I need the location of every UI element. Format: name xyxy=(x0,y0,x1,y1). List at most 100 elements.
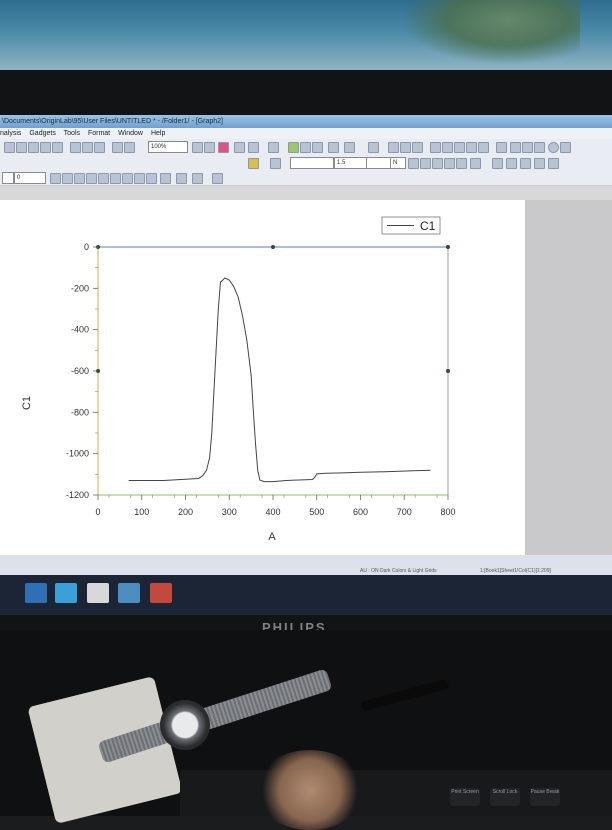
add-layer-icon[interactable] xyxy=(248,142,259,153)
grid-icon[interactable] xyxy=(388,142,399,153)
y-axis-label: C1 xyxy=(21,396,33,410)
app2-icon[interactable] xyxy=(150,583,172,603)
code-builder-icon[interactable] xyxy=(268,142,279,153)
recalc-icon[interactable] xyxy=(124,142,135,153)
subscript-icon[interactable] xyxy=(98,173,109,184)
new-workbook-icon[interactable] xyxy=(16,142,27,153)
increase-icon[interactable] xyxy=(520,158,531,169)
axis-icon[interactable] xyxy=(430,142,441,153)
bold-frame-icon[interactable] xyxy=(492,158,503,169)
export-icon[interactable] xyxy=(94,142,105,153)
rescale-icon[interactable] xyxy=(368,142,379,153)
y-tick-label: 0 xyxy=(84,242,89,252)
circle-icon[interactable] xyxy=(548,142,559,153)
group-icon[interactable] xyxy=(534,142,545,153)
app-icon[interactable] xyxy=(87,583,109,603)
color-field[interactable]: N xyxy=(390,157,406,169)
x-tick-label: 600 xyxy=(353,507,368,517)
font-size-select[interactable]: 0 xyxy=(14,172,46,184)
selection-handle[interactable] xyxy=(446,369,450,373)
font-select[interactable] xyxy=(2,172,14,184)
supersub-icon[interactable] xyxy=(110,173,121,184)
status-book: 1:[Book1]Sheet1!Col(C1)[1:209] xyxy=(480,568,551,574)
open-icon[interactable] xyxy=(40,142,51,153)
close-frame-icon[interactable] xyxy=(506,158,517,169)
monitor-screen: \Documents\OriginLab\95\User Files\UNTIT… xyxy=(0,115,612,615)
status-bar: AU : ON Dark Colors & Light Grids 1:[Boo… xyxy=(0,555,612,575)
rotate-text-icon[interactable] xyxy=(192,173,203,184)
refresh-icon[interactable] xyxy=(204,142,215,153)
origin-icon[interactable] xyxy=(118,583,140,603)
results-log-icon[interactable] xyxy=(288,142,299,153)
command-window-icon[interactable] xyxy=(300,142,311,153)
selection-handle[interactable] xyxy=(271,245,275,249)
font-color-icon[interactable] xyxy=(212,173,223,184)
open-frame-icon[interactable] xyxy=(466,142,477,153)
align-text-icon[interactable] xyxy=(176,173,187,184)
new-project-icon[interactable] xyxy=(4,142,15,153)
style-extra-icon[interactable] xyxy=(548,158,559,169)
line-color-icon[interactable] xyxy=(270,158,281,169)
add-text-icon[interactable] xyxy=(344,142,355,153)
arrange-icon[interactable] xyxy=(412,142,423,153)
explorer-icon[interactable] xyxy=(55,583,77,603)
import-icon[interactable] xyxy=(70,142,81,153)
save-icon[interactable] xyxy=(52,142,63,153)
legend-label: C1 xyxy=(420,219,436,233)
symbol-size-icon[interactable] xyxy=(420,158,431,169)
distribute-icon[interactable] xyxy=(522,142,533,153)
border-icon[interactable] xyxy=(478,142,489,153)
line-style-select[interactable] xyxy=(290,157,334,169)
overflow-icon[interactable] xyxy=(560,142,571,153)
pattern-select[interactable] xyxy=(366,157,392,169)
menu-item-help[interactable]: Help xyxy=(151,130,165,137)
decrease-icon[interactable] xyxy=(534,158,545,169)
import-wizard-icon[interactable] xyxy=(82,142,93,153)
fill-color-icon[interactable] xyxy=(248,158,259,169)
underline-icon[interactable] xyxy=(74,173,85,184)
frame-icon[interactable] xyxy=(454,142,465,153)
style-more-icon[interactable] xyxy=(470,158,481,169)
transparency-icon[interactable] xyxy=(456,158,467,169)
ie-icon[interactable] xyxy=(25,583,47,603)
bold-icon[interactable] xyxy=(50,173,61,184)
layer-icon[interactable] xyxy=(234,142,245,153)
project-explorer-icon[interactable] xyxy=(312,142,323,153)
box-icon[interactable] xyxy=(442,142,453,153)
key-scroll-lock[interactable]: Scroll Lock xyxy=(490,788,520,806)
batch-icon[interactable] xyxy=(112,142,123,153)
selection-handle[interactable] xyxy=(446,245,450,249)
zoom-select[interactable]: 100% xyxy=(148,141,188,153)
data-reader-icon[interactable] xyxy=(328,142,339,153)
y-tick-label: -400 xyxy=(71,325,89,335)
taskbar xyxy=(0,575,612,615)
menu-item-tools[interactable]: Tools xyxy=(64,130,80,137)
align-icon[interactable] xyxy=(510,142,521,153)
graph-page: C1 C1 A 0 100 200 300 400 500 600 700 800 0 -200 -4… xyxy=(0,200,525,555)
print-icon[interactable] xyxy=(192,142,203,153)
format-toolbar: 0 xyxy=(0,170,612,186)
increase-font-icon[interactable] xyxy=(134,173,145,184)
decrease-font-icon[interactable] xyxy=(146,173,157,184)
greek-icon[interactable] xyxy=(122,173,133,184)
italic-icon[interactable] xyxy=(62,173,73,184)
series-line-c1[interactable] xyxy=(128,277,431,483)
tiles-icon[interactable] xyxy=(400,142,411,153)
text-color-icon[interactable] xyxy=(160,173,171,184)
duplicate-icon[interactable] xyxy=(218,142,229,153)
x-axis-label: A xyxy=(268,531,276,543)
menu-item-window[interactable]: Window xyxy=(118,130,143,137)
menu-item-format[interactable]: Format xyxy=(88,130,110,137)
legend-icon[interactable] xyxy=(496,142,507,153)
key-pause-break[interactable]: Pause Break xyxy=(530,788,560,806)
line-width-select[interactable]: 1.5 xyxy=(334,157,368,169)
menu-item-analysis[interactable]: nalysis xyxy=(0,130,21,137)
symbol-icon[interactable] xyxy=(408,158,419,169)
menu-item-gadgets[interactable]: Gadgets xyxy=(29,130,55,137)
shape-fill-icon[interactable] xyxy=(444,158,455,169)
new-graph-icon[interactable] xyxy=(28,142,39,153)
x-tick-label: 300 xyxy=(222,507,237,517)
shape-icon[interactable] xyxy=(432,158,443,169)
superscript-icon[interactable] xyxy=(86,173,97,184)
key-print-screen[interactable]: Print Screen xyxy=(450,788,480,806)
